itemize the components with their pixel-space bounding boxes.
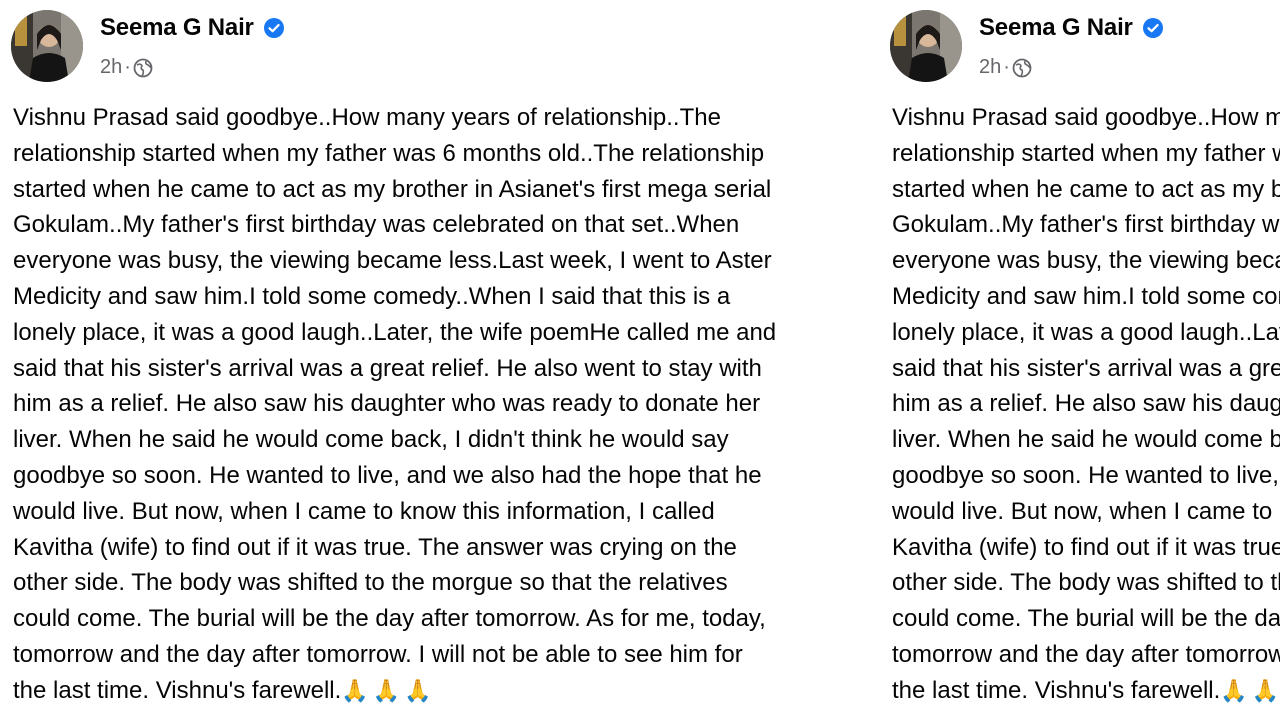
verified-badge-icon — [263, 18, 284, 38]
post-text-line: liver. When he said he would come back, … — [13, 426, 729, 454]
post-text-line: liver. When he said he would come back, … — [892, 426, 1280, 454]
folded-hands-emoji: 🙏🙏🙏 — [341, 677, 436, 703]
post-text-line: tomorrow and the day after tomorrow. I w… — [13, 640, 743, 668]
post-text-line: Kavitha (wife) to find out if it was tru… — [892, 533, 1280, 561]
post-text-line: goodbye so soon. He wanted to live, and … — [13, 461, 762, 489]
post-text-last-line: the last time. Vishnu's farewell.🙏🙏🙏 — [892, 673, 1280, 709]
avatar[interactable] — [11, 10, 83, 82]
author-name[interactable]: Seema G Nair — [979, 14, 1133, 42]
post-card-duplicate: Seema G Nair 2h · Vishnu Prasad said goo… — [880, 0, 1280, 720]
post-text: Vishnu Prasad said goodbye..How many yea… — [892, 100, 1280, 709]
post-text-last-line: the last time. Vishnu's farewell.🙏🙏🙏 — [13, 673, 873, 709]
post-card: Seema G Nair 2h · Vishnu Prasad said goo… — [0, 0, 880, 720]
post-text-line: everyone was busy, the viewing became le… — [892, 247, 1280, 275]
post-text-line: said that his sister's arrival was a gre… — [13, 354, 762, 382]
post-text-line: goodbye so soon. He wanted to live, and … — [892, 461, 1280, 489]
folded-hands-emoji: 🙏🙏🙏 — [1220, 677, 1280, 703]
post-text-line: Vishnu Prasad said goodbye..How many yea… — [892, 104, 1280, 131]
avatar[interactable] — [890, 10, 962, 82]
post-text-line: Medicity and saw him.I told some comedy.… — [892, 282, 1280, 310]
avatar-image — [890, 10, 962, 82]
post-text-line: him as a relief. He also saw his daughte… — [13, 390, 761, 418]
post-text-line: started when he came to act as my brothe… — [892, 175, 1280, 203]
post-text-line: said that his sister's arrival was a gre… — [892, 354, 1280, 382]
post-text-line: other side. The body was shifted to the … — [892, 569, 1280, 597]
separator-dot: · — [1003, 56, 1010, 78]
post-text-line: started when he came to act as my brothe… — [13, 175, 772, 203]
post-text-line: Medicity and saw him.I told some comedy.… — [13, 282, 731, 310]
post-text-line: Kavitha (wife) to find out if it was tru… — [13, 533, 737, 561]
post-text-line: lonely place, it was a good laugh..Later… — [13, 318, 777, 346]
avatar-image — [11, 10, 83, 82]
author-name[interactable]: Seema G Nair — [100, 14, 254, 42]
post-text-line: could come. The burial will be the day a… — [13, 605, 766, 633]
post-text-line: could come. The burial will be the day a… — [892, 605, 1280, 633]
post-text-line: Vishnu Prasad said goodbye..How many yea… — [13, 104, 721, 131]
post-text-line: everyone was busy, the viewing became le… — [13, 247, 772, 275]
post-timestamp[interactable]: 2h — [100, 56, 122, 79]
post-text-line: Gokulam..My father's first birthday was … — [13, 211, 740, 239]
verified-badge-icon — [1142, 18, 1163, 38]
post-text-line: Gokulam..My father's first birthday was … — [892, 211, 1280, 239]
separator-dot: · — [124, 56, 131, 78]
post-text-line: other side. The body was shifted to the … — [13, 569, 728, 597]
post-text-line: relationship started when my father was … — [892, 139, 1280, 167]
post-text-line: the last time. Vishnu's farewell. — [13, 676, 342, 704]
post-text-line: lonely place, it was a good laugh..Later… — [892, 318, 1280, 346]
post-text-line: tomorrow and the day after tomorrow. I w… — [892, 640, 1280, 668]
post-text: Vishnu Prasad said goodbye..How many yea… — [13, 100, 873, 709]
post-text-line: the last time. Vishnu's farewell. — [892, 676, 1221, 704]
globe-icon — [133, 58, 153, 77]
post-text-line: would live. But now, when I came to know… — [892, 497, 1280, 525]
post-text-line: him as a relief. He also saw his daughte… — [892, 390, 1280, 418]
globe-icon — [1012, 58, 1032, 77]
post-timestamp[interactable]: 2h — [979, 56, 1001, 79]
post-text-line: relationship started when my father was … — [13, 139, 765, 167]
post-text-line: would live. But now, when I came to know… — [13, 497, 715, 525]
